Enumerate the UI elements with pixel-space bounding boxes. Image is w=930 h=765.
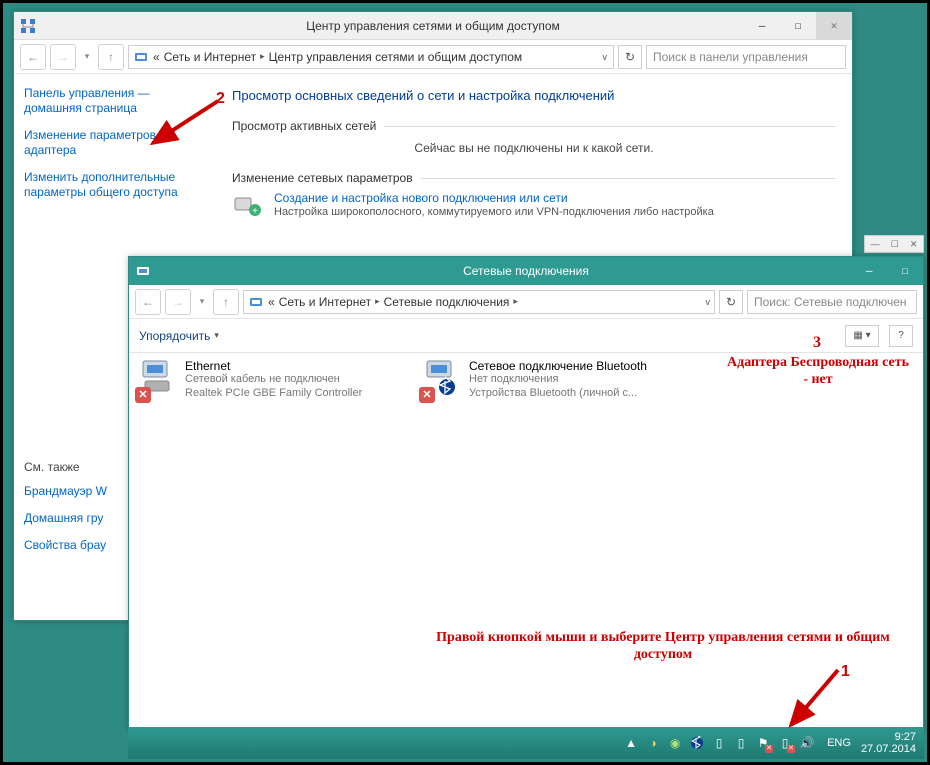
new-connection-icon: + — [232, 191, 264, 219]
tray-app-icon[interactable]: ◉ — [667, 735, 683, 751]
breadcrumb-prefix: « — [268, 295, 275, 309]
bluetooth-icon: ✕ — [421, 359, 461, 401]
divider — [384, 126, 836, 127]
search-placeholder: Поиск в панели управления — [653, 50, 808, 64]
system-tray[interactable]: ▲ ◑ ◉ ▯ ▯ ⚑✕ ▯✕ 🔊 ENG — [623, 735, 851, 751]
new-connection-link[interactable]: Создание и настройка нового подключения … — [274, 191, 568, 205]
change-adapter-settings-link[interactable]: Изменение параметров адаптера — [24, 128, 204, 158]
control-panel-home-link[interactable]: Панель управления — домашняя страница — [24, 86, 204, 116]
breadcrumb[interactable]: « Сеть и Интернет ▸ Центр управления сет… — [128, 45, 614, 69]
breadcrumb-dropdown-icon[interactable]: v — [706, 297, 711, 307]
minimize-button[interactable]: — — [851, 257, 887, 284]
app-icon — [135, 263, 151, 279]
active-networks-label: Просмотр активных сетей — [232, 119, 376, 133]
chevron-right-icon: ▸ — [260, 51, 265, 62]
change-params-label: Изменение сетевых параметров — [232, 171, 413, 185]
clock-date: 27.07.2014 — [861, 743, 916, 755]
search-placeholder: Поиск: Сетевые подключен — [754, 295, 907, 309]
close-button[interactable]: ✕ — [816, 12, 852, 39]
control-panel-icon — [133, 49, 149, 65]
svg-text:+: + — [252, 206, 258, 217]
view-layout-button[interactable]: ▦ ▾ — [845, 325, 879, 347]
breadcrumb-part2[interactable]: Центр управления сетями и общим доступом — [269, 50, 523, 64]
adapter-list[interactable]: ✕ Ethernet Сетевой кабель не подключен R… — [129, 353, 923, 730]
organize-menu[interactable]: Упорядочить ▾ — [139, 329, 219, 343]
lang-indicator[interactable]: ENG — [827, 737, 851, 749]
taskbar[interactable]: ▲ ◑ ◉ ▯ ▯ ⚑✕ ▯✕ 🔊 ENG 9:27 27.07.2014 — [128, 727, 924, 759]
maximize-button[interactable]: ☐ — [891, 239, 899, 250]
back-button[interactable]: ← — [135, 289, 161, 315]
adapter-ethernet[interactable]: ✕ Ethernet Сетевой кабель не подключен R… — [137, 359, 407, 401]
ethernet-icon: ✕ — [137, 359, 177, 401]
window-title: Центр управления сетями и общим доступом — [14, 19, 852, 33]
close-button[interactable]: ✕ — [910, 239, 918, 250]
error-badge-icon: ✕ — [419, 387, 435, 403]
chevron-down-icon: ▾ — [214, 330, 219, 341]
forward-button[interactable]: → — [50, 44, 76, 70]
titlebar[interactable]: Центр управления сетями и общим доступом… — [14, 12, 852, 40]
tray-action-center-icon[interactable]: ⚑✕ — [755, 735, 771, 751]
window-title: Сетевые подключения — [129, 264, 923, 278]
chevron-right-icon: ▸ — [513, 296, 518, 307]
breadcrumb-prefix: « — [153, 50, 160, 64]
maximize-button[interactable]: ☐ — [887, 257, 923, 284]
clock-time: 9:27 — [861, 731, 916, 743]
tray-network-icon[interactable]: ▯✕ — [777, 735, 793, 751]
app-icon — [20, 18, 36, 34]
titlebar[interactable]: Сетевые подключения — ☐ — [129, 257, 923, 285]
help-button[interactable]: ? — [889, 325, 913, 347]
breadcrumb-part2[interactable]: Сетевые подключения — [384, 295, 510, 309]
back-button[interactable]: ← — [20, 44, 46, 70]
forward-button[interactable]: → — [165, 289, 191, 315]
adapter-device: Realtek PCIe GBE Family Controller — [185, 387, 362, 401]
network-connections-window: Сетевые подключения — ☐ ← → ▾ ↑ « Сеть и… — [128, 256, 924, 731]
advanced-sharing-link[interactable]: Изменить дополнительные параметры общего… — [24, 170, 204, 200]
error-badge-icon: ✕ — [135, 387, 151, 403]
search-input[interactable]: Поиск в панели управления — [646, 45, 846, 69]
clock[interactable]: 9:27 27.07.2014 — [861, 731, 916, 755]
breadcrumb-dropdown-icon[interactable]: v — [603, 52, 608, 62]
control-panel-icon — [248, 294, 264, 310]
address-bar-row: ← → ▾ ↑ « Сеть и Интернет ▸ Центр управл… — [14, 40, 852, 74]
refresh-button[interactable]: ↻ — [719, 290, 743, 314]
adapter-bluetooth[interactable]: ✕ Сетевое подключение Bluetooth Нет подк… — [421, 359, 691, 401]
adapter-name: Сетевое подключение Bluetooth — [469, 359, 647, 373]
adapter-device: Устройства Bluetooth (личной с... — [469, 387, 647, 401]
minimize-button[interactable]: — — [871, 239, 880, 249]
history-dropdown[interactable]: ▾ — [195, 296, 209, 307]
no-network-text: Сейчас вы не подключены ни к какой сети. — [232, 141, 836, 155]
adapter-name: Ethernet — [185, 359, 362, 373]
divider — [421, 178, 836, 179]
tray-overflow-icon[interactable]: ▲ — [623, 735, 639, 751]
breadcrumb[interactable]: « Сеть и Интернет ▸ Сетевые подключения … — [243, 290, 715, 314]
minimize-button[interactable]: — — [744, 12, 780, 39]
up-button[interactable]: ↑ — [213, 289, 239, 315]
toolbar: Упорядочить ▾ ▦ ▾ ? — [129, 319, 923, 353]
adapter-status: Нет подключения — [469, 373, 647, 387]
history-dropdown[interactable]: ▾ — [80, 51, 94, 62]
page-heading: Просмотр основных сведений о сети и наст… — [232, 88, 836, 103]
address-bar-row: ← → ▾ ↑ « Сеть и Интернет ▸ Сетевые подк… — [129, 285, 923, 319]
organize-label: Упорядочить — [139, 329, 210, 343]
tray-battery-icon[interactable]: ▯ — [733, 735, 749, 751]
background-window-controls[interactable]: — ☐ ✕ — [864, 235, 924, 253]
tray-eject-icon[interactable]: ▯ — [711, 735, 727, 751]
breadcrumb-part1[interactable]: Сеть и Интернет — [279, 295, 371, 309]
breadcrumb-part1[interactable]: Сеть и Интернет — [164, 50, 256, 64]
chevron-right-icon: ▸ — [375, 296, 380, 307]
search-input[interactable]: Поиск: Сетевые подключен — [747, 290, 917, 314]
tray-security-icon[interactable]: ◑ — [645, 735, 661, 751]
refresh-button[interactable]: ↻ — [618, 45, 642, 69]
maximize-button[interactable]: ☐ — [780, 12, 816, 39]
new-connection-desc: Настройка широкополосного, коммутируемог… — [274, 205, 714, 219]
tray-bluetooth-icon[interactable] — [689, 735, 705, 751]
adapter-status: Сетевой кабель не подключен — [185, 373, 362, 387]
up-button[interactable]: ↑ — [98, 44, 124, 70]
tray-volume-icon[interactable]: 🔊 — [799, 735, 815, 751]
